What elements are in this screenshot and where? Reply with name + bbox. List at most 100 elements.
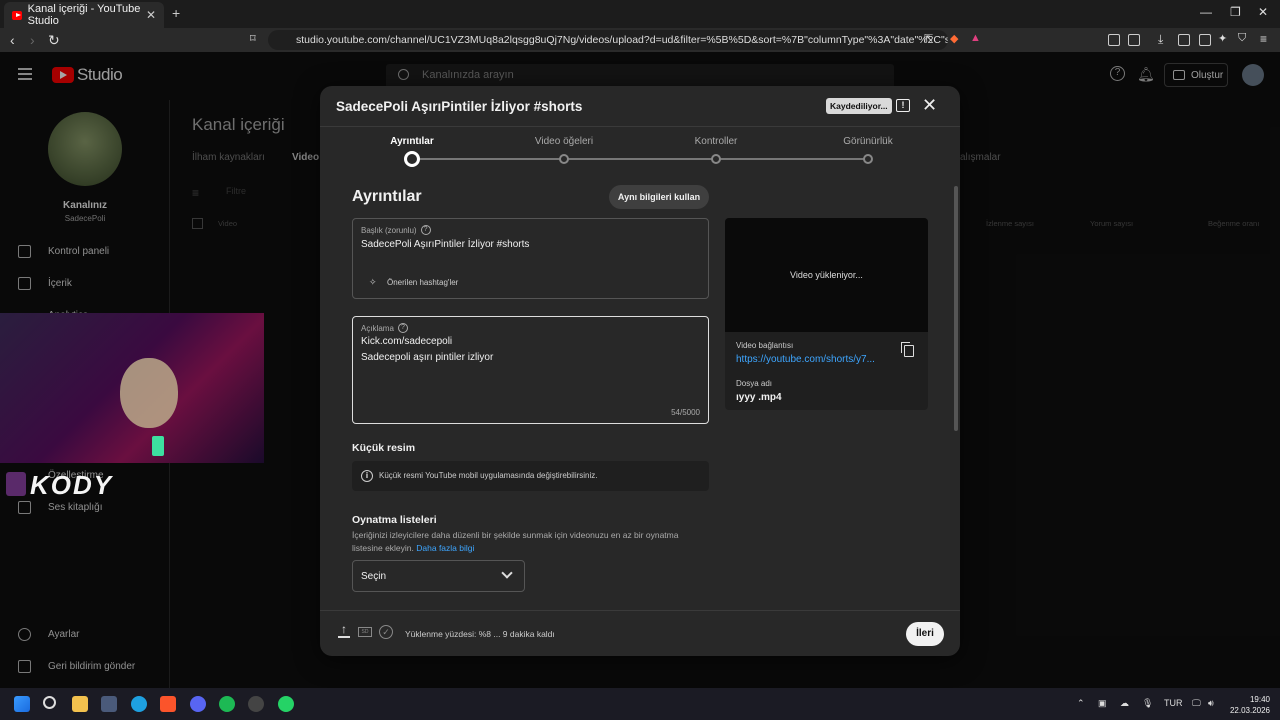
description-field-label: Açıklama ? bbox=[361, 323, 408, 333]
tray-chevron-icon[interactable]: ⌃ bbox=[1077, 698, 1085, 709]
steam-icon[interactable] bbox=[248, 696, 264, 712]
saving-badge: Kaydediliyor... bbox=[826, 98, 892, 114]
volume-icon[interactable]: 🔊︎ bbox=[1208, 698, 1214, 709]
clock-time: 19:40 bbox=[1249, 695, 1270, 704]
tray-weather-icon[interactable]: ☁ bbox=[1120, 698, 1129, 709]
upload-status-text: Video yükleniyor... bbox=[790, 270, 863, 280]
close-icon[interactable]: ✕ bbox=[922, 95, 937, 116]
minimize-icon[interactable]: — bbox=[1200, 5, 1212, 19]
upload-icon: ↑ bbox=[338, 623, 350, 638]
network-icon[interactable]: 🖵︎ bbox=[1192, 698, 1201, 709]
leo-ai-icon[interactable]: ✦ bbox=[1218, 32, 1227, 45]
wallet-icon[interactable] bbox=[1199, 34, 1211, 46]
back-icon[interactable]: ‹ bbox=[10, 32, 15, 48]
file-explorer-icon[interactable] bbox=[72, 696, 88, 712]
step-video-elements[interactable]: Video öğeleri bbox=[535, 136, 593, 147]
brave-shield-icon[interactable]: ◆ bbox=[950, 32, 958, 45]
help-icon[interactable]: ? bbox=[420, 225, 431, 235]
youtube-favicon-icon bbox=[12, 10, 22, 20]
step-dot-visibility[interactable] bbox=[863, 154, 873, 164]
streamer-tag: KODY bbox=[30, 470, 114, 500]
video-preview[interactable]: Video yükleniyor... bbox=[725, 218, 928, 332]
screenshot-icon[interactable] bbox=[1128, 34, 1140, 46]
windows-start-icon[interactable] bbox=[14, 696, 30, 712]
tab-close-icon[interactable]: ✕ bbox=[146, 8, 156, 22]
copy-icon[interactable] bbox=[901, 342, 914, 357]
video-link[interactable]: https://youtube.com/shorts/y7... bbox=[736, 354, 886, 365]
section-heading: Ayrıntılar bbox=[352, 188, 422, 205]
share-icon[interactable]: ⇱ bbox=[924, 32, 933, 45]
edge-icon[interactable] bbox=[131, 696, 147, 712]
playlists-description-b: listesine ekleyin. bbox=[352, 543, 414, 553]
playlists-heading: Oynatma listeleri bbox=[352, 514, 437, 526]
tab-title: Kanal içeriği - YouTube Studio bbox=[27, 3, 141, 27]
step-dot-checks[interactable] bbox=[711, 154, 721, 164]
sd-icon: SD bbox=[358, 627, 372, 637]
menu-icon[interactable]: ≡ bbox=[1260, 32, 1267, 46]
info-icon: i bbox=[361, 470, 373, 482]
dialog-title: SadecePoli AşırıPintiler İzliyor #shorts bbox=[336, 99, 583, 114]
whatsapp-icon[interactable] bbox=[278, 696, 294, 712]
title-field-label: Başlık (zorunlu) ? bbox=[361, 225, 431, 235]
spotify-icon[interactable] bbox=[219, 696, 235, 712]
report-icon[interactable]: ! bbox=[896, 99, 910, 112]
webcam-face bbox=[120, 358, 178, 428]
tray-app-icon[interactable]: ▣ bbox=[1098, 698, 1107, 709]
thumbnail-heading: Küçük resim bbox=[352, 442, 416, 454]
address-bar[interactable]: studio.youtube.com/channel/UC1VZ3MUq8a2l… bbox=[268, 30, 948, 50]
learn-more-link[interactable]: Daha fazla bilgi bbox=[416, 543, 474, 553]
playlists-description-a: İçeriğinizi izleyicilere daha düzenli bi… bbox=[352, 530, 679, 540]
description-field[interactable]: Açıklama ? Kick.com/sadecepoli Sadecepol… bbox=[352, 316, 709, 424]
step-dot-details[interactable] bbox=[404, 151, 420, 167]
hashtags-label: Önerilen hashtag'ler bbox=[387, 278, 459, 287]
dialog-footer: ↑ SD ✓ Yüklenme yüzdesi: %8 ... 9 dakika… bbox=[320, 610, 960, 656]
step-dot-video-elements[interactable] bbox=[559, 154, 569, 164]
file-name: ıyyy .mp4 bbox=[736, 392, 782, 403]
download-icon[interactable]: ⤓ bbox=[1158, 32, 1163, 47]
brave-rewards-icon[interactable]: ▲ bbox=[970, 32, 981, 44]
playlist-select[interactable]: Seçin bbox=[352, 560, 525, 592]
bookmark-icon[interactable]: ⌑ bbox=[250, 32, 256, 45]
scrollbar[interactable] bbox=[954, 186, 958, 431]
description-line-2[interactable]: Sadecepoli aşırı pintiler izliyor bbox=[361, 352, 493, 363]
step-visibility[interactable]: Görünürlük bbox=[843, 136, 892, 147]
description-line-1[interactable]: Kick.com/sadecepoli bbox=[361, 336, 452, 347]
streamer-badge-icon bbox=[6, 472, 26, 496]
title-value[interactable]: SadecePoli AşırıPintiler İzliyor #shorts bbox=[361, 239, 529, 250]
thumbnail-info-text: Küçük resmi YouTube mobil uygulamasında … bbox=[379, 471, 598, 480]
extensions-icon[interactable] bbox=[1108, 34, 1120, 46]
chevron-down-icon bbox=[501, 567, 513, 579]
title-field[interactable]: Başlık (zorunlu) ? SadecePoli AşırıPinti… bbox=[352, 218, 709, 299]
playlist-select-value: Seçin bbox=[361, 571, 387, 582]
description-label-text: Açıklama bbox=[361, 323, 394, 333]
reuse-details-button[interactable]: Aynı bilgileri kullan bbox=[609, 185, 709, 209]
suggested-hashtags-button[interactable]: ✧ Önerilen hashtag'ler bbox=[369, 277, 459, 287]
new-tab-icon[interactable]: + bbox=[172, 5, 180, 21]
brave-icon[interactable] bbox=[160, 696, 176, 712]
step-checks[interactable]: Kontroller bbox=[695, 136, 738, 147]
char-count: 54/5000 bbox=[671, 408, 700, 417]
thumbnail-info-box: i Küçük resmi YouTube mobil uygulamasınd… bbox=[352, 461, 709, 491]
language-indicator[interactable]: TUR bbox=[1164, 698, 1183, 708]
browser-tab[interactable]: Kanal içeriği - YouTube Studio ✕ bbox=[4, 2, 164, 28]
restore-icon[interactable]: ❐ bbox=[1230, 5, 1241, 19]
upload-stepper: Ayrıntılar Video öğeleri Kontroller Görü… bbox=[320, 136, 960, 168]
discord-icon[interactable] bbox=[190, 696, 206, 712]
clock[interactable]: 19:40 22.03.2026 bbox=[1228, 694, 1270, 716]
help-icon[interactable]: ? bbox=[397, 323, 408, 333]
check-icon: ✓ bbox=[379, 625, 393, 639]
window-close-icon[interactable]: ✕ bbox=[1258, 5, 1268, 19]
sparkle-icon: ✧ bbox=[369, 277, 377, 287]
sidebar-icon[interactable] bbox=[1178, 34, 1190, 46]
vpn-icon[interactable]: ⛉ bbox=[1238, 32, 1246, 45]
search-icon[interactable] bbox=[43, 696, 56, 709]
store-icon[interactable] bbox=[101, 696, 117, 712]
next-button[interactable]: İleri bbox=[906, 622, 944, 646]
video-link-label: Video bağlantısı bbox=[736, 341, 794, 350]
step-details[interactable]: Ayrıntılar bbox=[390, 136, 434, 147]
reload-icon[interactable]: ↻ bbox=[48, 32, 60, 49]
video-preview-card: Video yükleniyor... Video bağlantısı htt… bbox=[725, 218, 928, 410]
browser-tabbar: Kanal içeriği - YouTube Studio ✕ + — ❐ ✕ bbox=[0, 0, 1280, 28]
microphone-icon[interactable]: 🎙︎ bbox=[1142, 698, 1153, 709]
forward-icon[interactable]: › bbox=[30, 32, 35, 48]
